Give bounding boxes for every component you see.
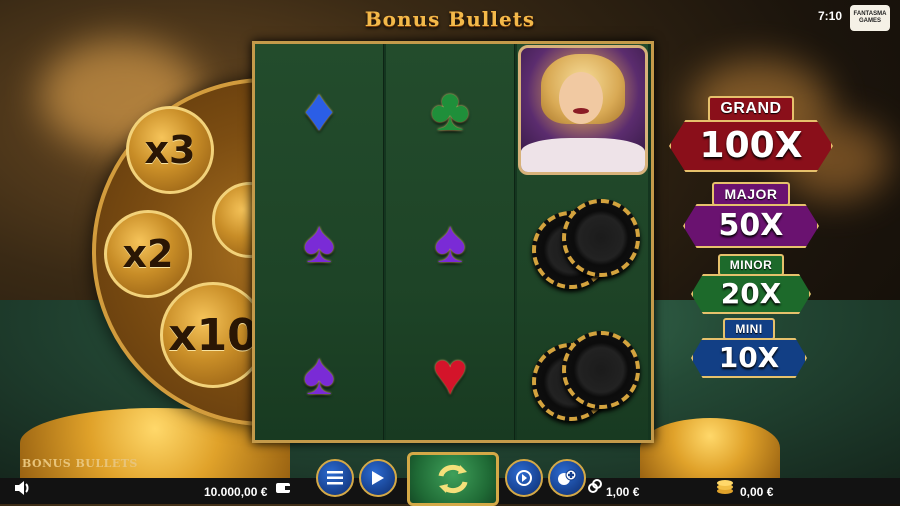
spin-button[interactable] [407, 452, 499, 506]
spade-suit-icon: ♠ [434, 208, 466, 275]
sound-icon[interactable] [14, 480, 32, 499]
brand-logo: FANTASMA GAMES [850, 5, 890, 31]
symbol-red-heart: ♥ [386, 308, 514, 440]
jackpot-grand: GRAND 100X [669, 96, 833, 172]
jackpot-label: MAJOR [712, 182, 790, 206]
jackpot-major: MAJOR 50X [683, 182, 819, 248]
reel-grid: ♦ ♠ ♠ ♣ ♠ ♥ [252, 41, 654, 443]
jackpot-label: MINOR [717, 254, 785, 276]
bet-icon [588, 479, 602, 498]
multiplier-chamber: x3 [126, 106, 214, 194]
symbol-green-club: ♣ [386, 44, 514, 176]
clock: 7:10 [817, 9, 842, 23]
game-logo-small: BONUS BULLETS [22, 457, 138, 470]
symbol-blue-diamond: ♦ [255, 44, 383, 176]
menu-icon [327, 471, 343, 485]
coins-plus-icon [558, 469, 577, 485]
poker-chips-icon [528, 329, 640, 421]
spade-suit-icon: ♠ [303, 208, 335, 275]
jackpot-minor: MINOR 20X [691, 254, 811, 314]
bet-amount[interactable]: 1,00 € [606, 485, 639, 499]
heart-suit-icon: ♥ [432, 340, 468, 407]
symbol-purple-spade: ♠ [386, 176, 514, 308]
poker-chips-icon [528, 197, 640, 289]
club-suit-icon: ♣ [430, 76, 470, 143]
bet-settings-button[interactable] [548, 459, 586, 497]
jackpot-value: 20X [691, 274, 811, 314]
jackpot-mini: MINI 10X [691, 318, 807, 378]
multiplier-chamber: x10 [160, 282, 266, 388]
symbol-purple-spade: ♠ [255, 176, 383, 308]
symbol-poker-chips [517, 308, 648, 440]
jackpot-value: 10X [691, 338, 807, 378]
jackpot-label: MINI [723, 318, 775, 340]
multiplier-chamber: x2 [104, 210, 192, 298]
coin-stack-icon [716, 477, 734, 500]
jackpot-value: 100X [669, 120, 833, 172]
play-icon [372, 471, 384, 485]
symbol-blonde-lady [517, 44, 648, 176]
autoplay-icon [516, 470, 532, 486]
symbol-poker-chips [517, 176, 648, 308]
diamond-suit-icon: ♦ [303, 76, 335, 143]
reel-2: ♣ ♠ ♥ [386, 44, 515, 440]
game-title: Bonus Bullets [364, 7, 536, 31]
wallet-icon[interactable] [276, 480, 290, 498]
spade-suit-icon: ♠ [303, 340, 335, 407]
autoplay-button[interactable] [505, 459, 543, 497]
symbol-purple-spade: ♠ [255, 308, 383, 440]
play-button[interactable] [359, 459, 397, 497]
gold-coins-pile [640, 418, 780, 478]
spin-arrows-icon [438, 464, 468, 494]
win-amount: 0,00 € [740, 485, 774, 499]
menu-button[interactable] [316, 459, 354, 497]
reel-1: ♦ ♠ ♠ [255, 44, 384, 440]
reel-3 [517, 44, 648, 440]
lady-portrait-icon [517, 45, 648, 175]
jackpot-label: GRAND [708, 96, 794, 122]
balance-amount: 10.000,00 € [204, 485, 268, 499]
jackpot-value: 50X [683, 204, 819, 248]
